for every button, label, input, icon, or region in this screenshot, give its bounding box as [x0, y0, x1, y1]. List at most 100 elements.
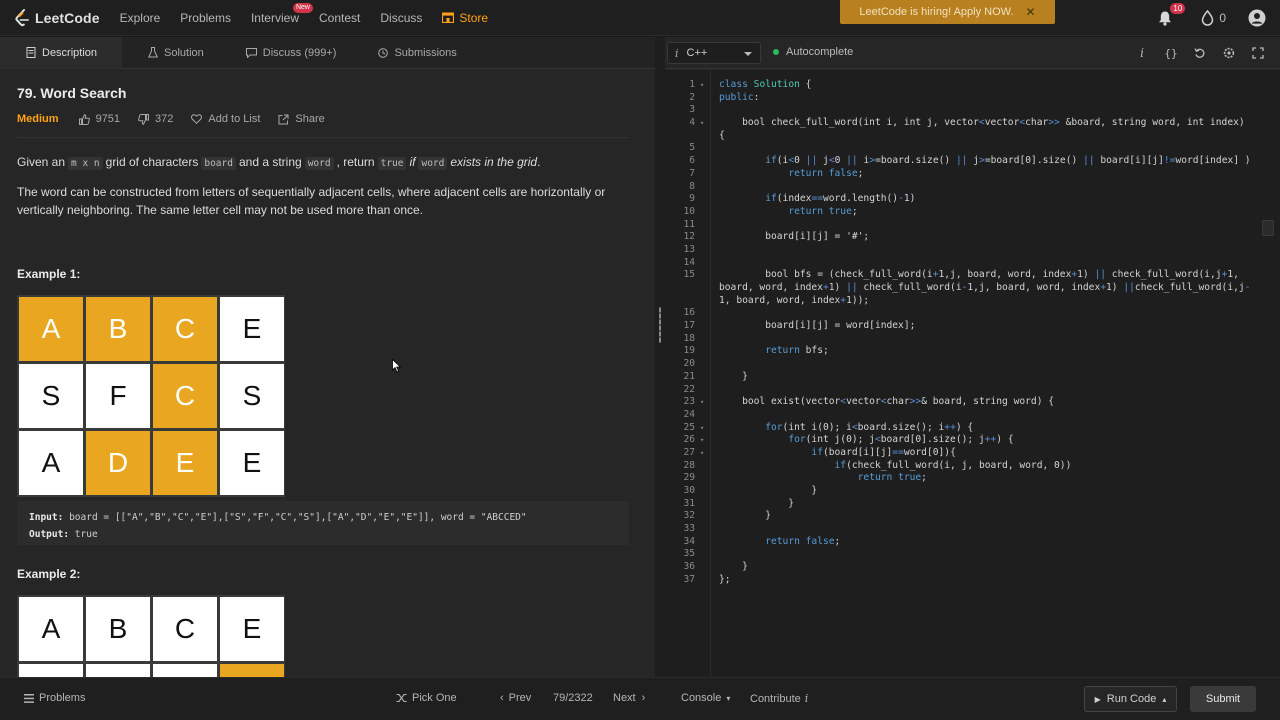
nav-explore[interactable]: Explore: [120, 11, 161, 25]
code-line[interactable]: 29 return true;: [665, 472, 1275, 485]
code-line[interactable]: 6 if(i<0 || j<0 || i>=board.size() || j>…: [665, 155, 1275, 168]
panel-resize-handle[interactable]: [655, 37, 665, 677]
reset-icon[interactable]: [1192, 45, 1208, 61]
grid-cell: C: [153, 597, 217, 661]
nav-contest[interactable]: Contest: [319, 11, 360, 25]
settings-icon[interactable]: [1221, 45, 1237, 61]
code-line[interactable]: 7 return false;: [665, 168, 1275, 181]
code-line[interactable]: 22: [665, 384, 1275, 397]
code-line[interactable]: 30 }: [665, 485, 1275, 498]
share-icon: [278, 114, 289, 124]
tab-submissions[interactable]: Submissions: [352, 37, 472, 69]
nav-problems[interactable]: Problems: [180, 11, 231, 25]
code-editor[interactable]: 1 ▾ class Solution {2 public: 3 4 ▾ bool check…: [665, 70, 1280, 677]
code-line[interactable]: 26 ▾ for(int j(0); j<board[0].size(); j++…: [665, 434, 1275, 447]
submit-button[interactable]: Submit: [1190, 686, 1256, 712]
code-line[interactable]: 5: [665, 142, 1275, 155]
code-line[interactable]: 16: [665, 307, 1275, 320]
code-line[interactable]: 23 ▾ bool exist(vector<vector<char>>& boa…: [665, 396, 1275, 409]
code-line[interactable]: board, word, index+1) || check_full_word…: [665, 282, 1275, 295]
nav-discuss[interactable]: Discuss: [380, 11, 422, 25]
prev-button[interactable]: ‹ Prev: [500, 692, 531, 704]
code-line[interactable]: 18: [665, 333, 1275, 346]
line-number: 8: [689, 180, 695, 192]
code-line[interactable]: 1, board, word, index+1));: [665, 295, 1275, 308]
statement-text: and a string: [238, 155, 302, 169]
line-number: 33: [683, 523, 695, 535]
code-line[interactable]: 3: [665, 104, 1275, 117]
code-line[interactable]: 27 ▾ if(board[i][j]==word[0]){: [665, 447, 1275, 460]
line-number: 30: [683, 485, 695, 496]
close-icon[interactable]: ✕: [1026, 5, 1036, 19]
problem-panel: Description Solution Discuss (999+) Subm…: [0, 36, 655, 681]
tab-solution[interactable]: Solution: [122, 37, 220, 69]
code-line[interactable]: 21 }: [665, 371, 1275, 384]
like-button[interactable]: 9751: [78, 113, 120, 125]
code-lines[interactable]: 1 ▾ class Solution {2 public: 3 4 ▾ bool check…: [665, 79, 1275, 587]
fold-chevron-icon[interactable]: ▾: [695, 117, 719, 130]
autocomplete-label: Autocomplete: [786, 46, 854, 58]
input-label: Input:: [29, 512, 64, 523]
fold-chevron-icon[interactable]: ▾: [695, 79, 719, 92]
logo[interactable]: LeetCode: [14, 8, 100, 27]
add-to-list-button[interactable]: Add to List: [191, 113, 260, 125]
code-line[interactable]: 15 bool bfs = (check_full_word(i+1,j, bo…: [665, 269, 1275, 282]
console-button[interactable]: Console ▾: [681, 692, 730, 704]
code-line[interactable]: 35: [665, 548, 1275, 561]
coins-button[interactable]: 0: [1201, 10, 1226, 26]
nav-store[interactable]: Store: [442, 11, 488, 25]
code-line[interactable]: 9 if(index==word.length()-1): [665, 193, 1275, 206]
code-line[interactable]: 2 public:: [665, 92, 1275, 105]
share-button[interactable]: Share: [278, 113, 325, 125]
code-line[interactable]: 24: [665, 409, 1275, 422]
side-panel-tab[interactable]: [1262, 220, 1274, 236]
code-text: bool check_full_word(int i, int j, vecto…: [719, 117, 1245, 129]
fold-chevron-icon[interactable]: ▾: [695, 396, 719, 409]
code-line[interactable]: 12 board[i][j] = '#';: [665, 231, 1275, 244]
info-button[interactable]: i: [1134, 45, 1150, 61]
tab-discuss[interactable]: Discuss (999+): [220, 37, 353, 69]
code-line[interactable]: 37};: [665, 574, 1275, 587]
code-line[interactable]: 14: [665, 257, 1275, 270]
next-button[interactable]: Next ›: [613, 692, 645, 704]
code-editor-panel: i C++ Autocomplete i {} 1 ▾ class Solution…: [665, 37, 1280, 677]
code-line[interactable]: 11: [665, 219, 1275, 232]
code-line[interactable]: {: [665, 130, 1275, 143]
fold-chevron-icon[interactable]: ▾: [695, 447, 719, 460]
fullscreen-icon[interactable]: [1250, 45, 1266, 61]
code-line[interactable]: 4 ▾ bool check_full_word(int i, int j, ve…: [665, 117, 1275, 130]
code-line[interactable]: 20: [665, 358, 1275, 371]
code-line[interactable]: 8: [665, 181, 1275, 194]
fold-gutter: [695, 358, 719, 371]
nav-interview[interactable]: Interview New: [251, 2, 313, 25]
language-select[interactable]: i C++: [667, 42, 761, 64]
code-line[interactable]: 17 board[i][j] = word[index];: [665, 320, 1275, 333]
dislike-button[interactable]: 372: [138, 113, 173, 125]
fold-chevron-icon[interactable]: ▾: [695, 422, 719, 435]
notifications-button[interactable]: 10: [1157, 3, 1186, 26]
code-line[interactable]: 31 }: [665, 498, 1275, 511]
code-line[interactable]: 19 return bfs;: [665, 345, 1275, 358]
avatar-icon[interactable]: [1248, 9, 1266, 27]
code-line[interactable]: 25 ▾ for(int i(0); i<board.size(); i++) {: [665, 422, 1275, 435]
fold-chevron-icon[interactable]: ▾: [695, 434, 719, 447]
code-line[interactable]: 33: [665, 523, 1275, 536]
code-line[interactable]: 34 return false;: [665, 536, 1275, 549]
problem-meta: Medium 9751 372 Add to List Share: [17, 113, 627, 125]
pick-one-button[interactable]: Pick One: [396, 692, 457, 704]
fold-gutter: [695, 206, 719, 219]
code-line[interactable]: 13: [665, 244, 1275, 257]
hiring-banner[interactable]: LeetCode is hiring! Apply NOW. ✕: [840, 0, 1055, 24]
code-line[interactable]: 32 }: [665, 510, 1275, 523]
code-line[interactable]: 10 return true;: [665, 206, 1275, 219]
code-line[interactable]: 28 if(check_full_word(i, j, board, word,…: [665, 460, 1275, 473]
tab-description[interactable]: Description: [0, 36, 122, 69]
contribute-button[interactable]: Contribute i: [750, 692, 808, 705]
autocomplete-toggle[interactable]: Autocomplete: [773, 46, 853, 58]
problems-list-button[interactable]: Problems: [24, 692, 85, 704]
run-code-button[interactable]: ▶ Run Code ▴: [1084, 686, 1177, 712]
fold-gutter: [695, 282, 719, 295]
braces-icon[interactable]: {}: [1163, 45, 1179, 61]
code-line[interactable]: 36 }: [665, 561, 1275, 574]
code-line[interactable]: 1 ▾ class Solution {: [665, 79, 1275, 92]
